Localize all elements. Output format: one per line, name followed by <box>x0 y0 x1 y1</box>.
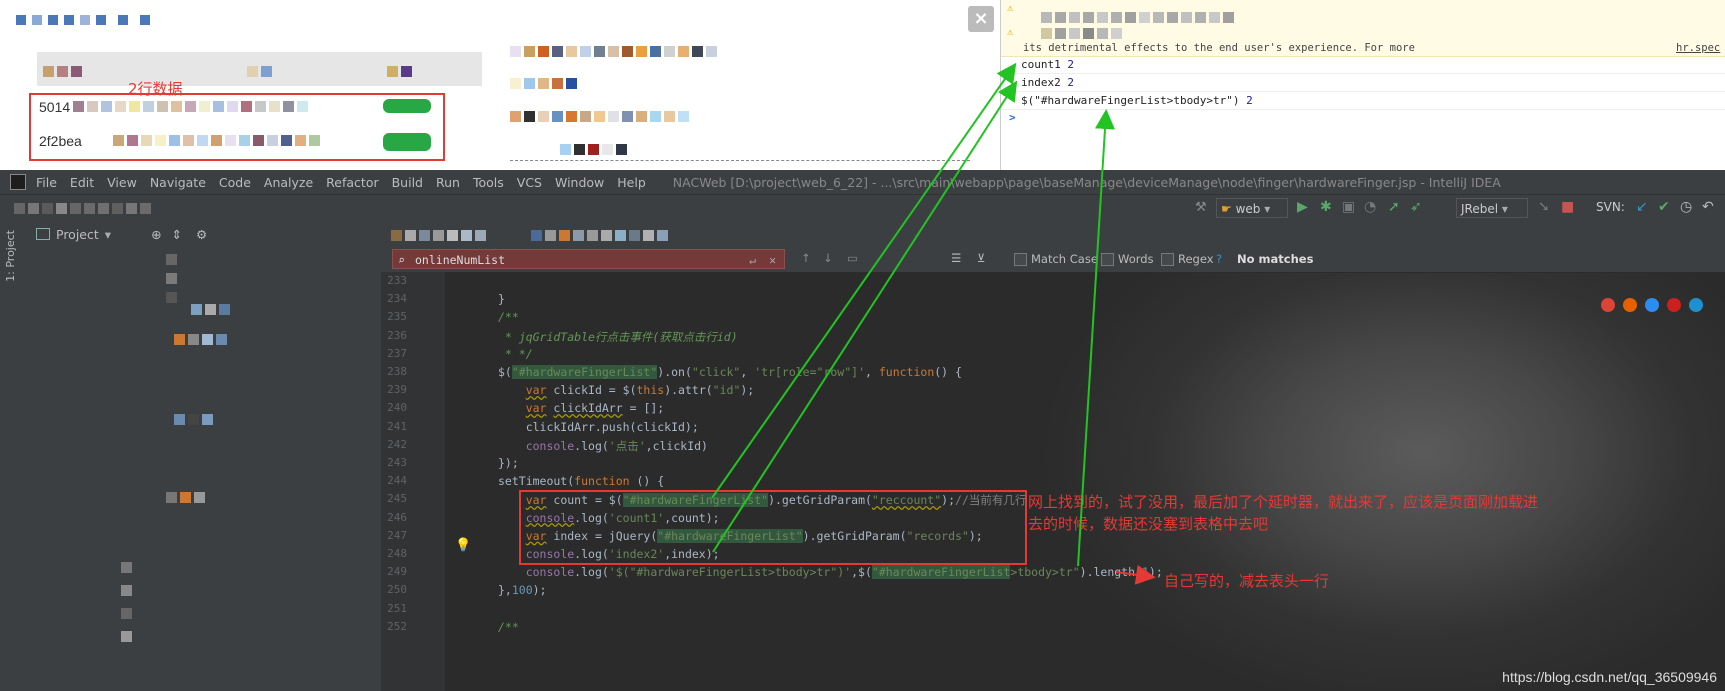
arrow-self-written <box>1115 564 1156 585</box>
arrow-tr-length <box>1077 109 1115 567</box>
arrow-index <box>712 80 1018 553</box>
arrow-count <box>711 62 1017 499</box>
annotation-arrows <box>711 62 1156 585</box>
